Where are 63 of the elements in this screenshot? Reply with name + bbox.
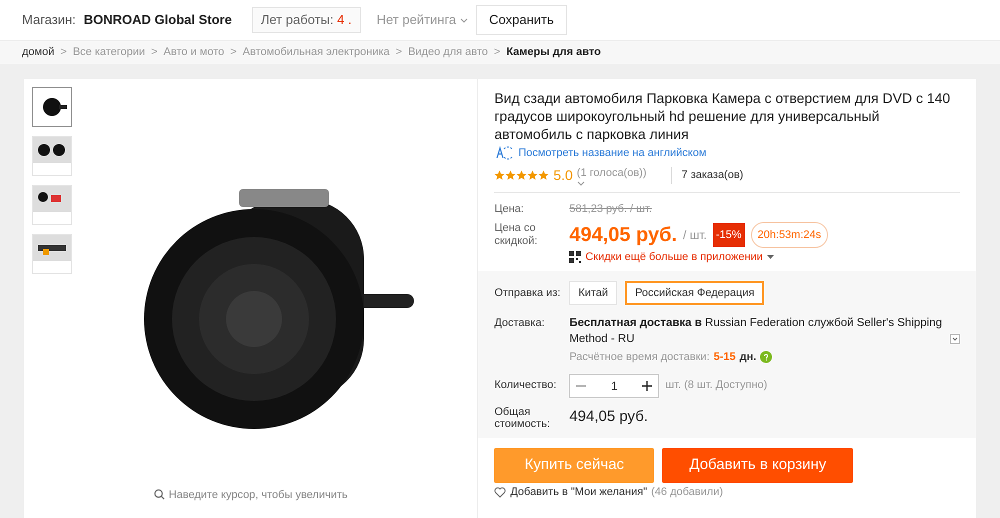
discount-price: 494,05 руб. xyxy=(569,222,678,246)
add-to-cart-button[interactable]: Добавить в корзину xyxy=(662,448,854,482)
total-price: 494,05 руб. xyxy=(569,406,648,426)
breadcrumb-link[interactable]: Автомобильная электроника xyxy=(242,44,390,61)
delivery-time: 5-15 xyxy=(714,350,736,365)
delivery-time-label: Расчётное время доставки: xyxy=(569,350,710,365)
breadcrumb-link[interactable]: Авто и мото xyxy=(164,44,224,61)
rating-dropdown[interactable]: Нет рейтинга xyxy=(376,10,468,30)
heart-icon xyxy=(494,486,506,498)
price-unit: / шт. xyxy=(683,226,707,244)
star-icon xyxy=(516,170,528,181)
discount-price-label: Цена со скидкой: xyxy=(494,222,538,248)
qr-code-icon xyxy=(569,250,582,263)
breadcrumb-separator: > xyxy=(60,45,67,60)
old-price: 581,23 руб. / шт. xyxy=(569,202,652,217)
quantity-stepper[interactable]: 1 xyxy=(569,374,660,398)
votes-dropdown[interactable]: (1 голоса(ов)) xyxy=(576,164,647,186)
thumbnail[interactable] xyxy=(32,87,72,127)
delivery-unit: дн. xyxy=(740,350,756,365)
ship-from-option[interactable]: Российская Федерация xyxy=(625,281,764,305)
app-promo-link[interactable]: Скидки ещё больше в приложении xyxy=(585,248,774,265)
chevron-down-icon xyxy=(576,181,585,186)
countdown-timer: 20h:53m:24s xyxy=(750,222,828,248)
translate-icon xyxy=(494,146,514,160)
caret-icon xyxy=(766,254,774,259)
ship-from-option[interactable]: Китай xyxy=(569,281,618,305)
breadcrumb-link[interactable]: Видео для авто xyxy=(408,44,488,61)
breadcrumb-link[interactable]: Все категории xyxy=(72,44,146,61)
star-icon xyxy=(527,170,538,181)
price-label: Цена: xyxy=(494,202,525,217)
chevron-down-icon[interactable] xyxy=(950,334,960,344)
discount-badge: -15% xyxy=(712,222,745,246)
quantity-label: Количество: xyxy=(494,378,558,394)
wishlist-link[interactable]: Добавить в "Мои желания" xyxy=(510,486,648,498)
star-icon xyxy=(538,170,550,181)
breadcrumb-separator: > xyxy=(494,45,500,60)
breadcrumb-link[interactable]: домой xyxy=(22,44,54,61)
breadcrumb-separator: > xyxy=(151,45,158,60)
years-badge: Лет работы: 4 . xyxy=(252,7,361,33)
availability-text: шт. (8 шт. Доступно) xyxy=(665,378,768,394)
delivery-info: Бесплатная доставка в Russian Federation службой Seller's Shipping Method - RU xyxy=(569,316,944,347)
quantity-field[interactable]: 1 xyxy=(599,376,630,394)
breadcrumb-separator: > xyxy=(230,45,237,60)
total-label: Общая стоимость: xyxy=(494,406,552,430)
translate-link[interactable]: Посмотреть название на английском xyxy=(518,145,706,162)
search-icon xyxy=(154,489,165,500)
plus-icon[interactable] xyxy=(642,380,652,390)
save-button[interactable]: Сохранить xyxy=(476,5,567,35)
product-title: Вид сзади автомобиля Парковка Камера с отверстием для DVD с 140 градусов широкоугольный hd решение для универсальный автомобиль с парковка линия xyxy=(494,89,952,143)
breadcrumb-separator: > xyxy=(396,45,402,60)
minus-icon[interactable] xyxy=(576,384,586,386)
star-icon xyxy=(505,170,516,181)
star-icon xyxy=(494,170,506,181)
delivery-label: Доставка: xyxy=(494,316,546,331)
zoom-hint: Наведите курсор, чтобы увеличить xyxy=(168,488,348,502)
breadcrumb-link[interactable]: Камеры для авто xyxy=(506,44,601,61)
store-label: Магазин: xyxy=(22,11,76,30)
chevron-down-icon xyxy=(460,18,468,22)
wishlist-count: (46 добавили) xyxy=(651,486,724,498)
ship-from-label: Отправка из: xyxy=(494,286,562,301)
store-name-link[interactable]: BONROAD Global Store xyxy=(84,10,232,30)
orders-count: 7 заказа(ов) xyxy=(670,167,744,184)
rating-value: 5.0 xyxy=(553,166,573,185)
